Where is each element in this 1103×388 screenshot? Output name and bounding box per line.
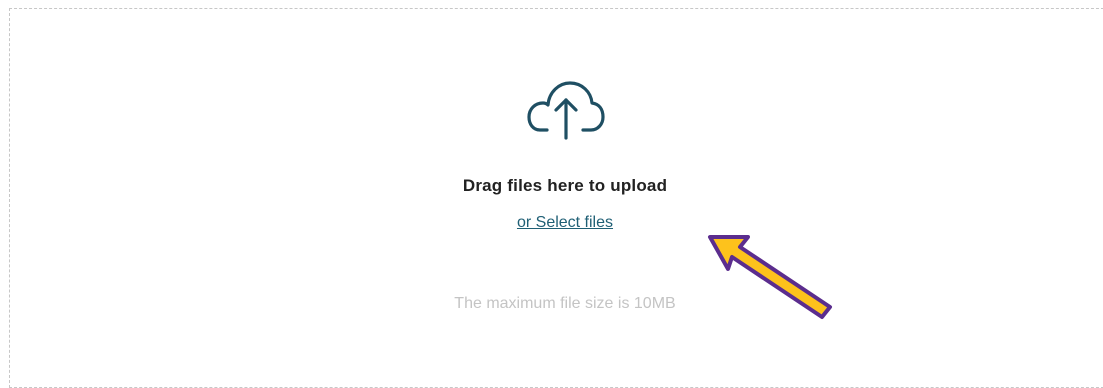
cloud-upload-icon bbox=[527, 81, 605, 140]
file-dropzone[interactable] bbox=[9, 8, 1103, 388]
max-file-size-note: The maximum file size is 10MB bbox=[454, 295, 676, 312]
select-files-link[interactable]: or Select files bbox=[0, 214, 1103, 232]
drag-files-title: Drag files here to upload bbox=[462, 176, 668, 195]
pointer-arrow-icon bbox=[708, 235, 832, 319]
